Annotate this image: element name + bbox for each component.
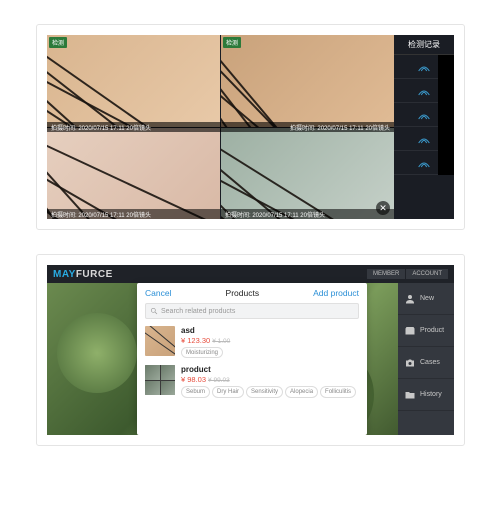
analysis-viewer: 检测 检测 拍摄时间: 2020/07/15 17:11 20倍镜头 拍摄时间:…: [47, 35, 454, 219]
brand-part-2: FURCE: [76, 269, 113, 280]
user-icon: [404, 293, 416, 305]
camera-icon: [404, 357, 416, 369]
sidebar-item-product[interactable]: Product: [398, 315, 454, 347]
box-icon: [404, 325, 416, 337]
record-sidebar-title: 检测记录: [394, 35, 454, 55]
sidebar-item-label: Product: [420, 327, 444, 334]
product-tags: Sebum Dry Hair Sensitivity Alopecia Foll…: [181, 386, 359, 397]
search-placeholder: Search related products: [161, 308, 235, 315]
microscope-view-3[interactable]: 拍摄时间: 2020/07/15 17:11 20倍镜头: [47, 128, 220, 220]
microscope-grid: 检测 检测 拍摄时间: 2020/07/15 17:11 20倍镜头 拍摄时间:…: [47, 35, 394, 219]
caption-bar-right: 拍摄时间: 2020/07/15 17:11 20倍镜头: [221, 209, 394, 219]
products-card: MAYFURCE MEMBER ACCOUNT New Product Case…: [36, 254, 465, 446]
tag[interactable]: Moisturizing: [181, 347, 223, 358]
nav-member[interactable]: MEMBER: [367, 269, 405, 279]
scalp-icon: [416, 59, 432, 75]
scalp-icon: [416, 107, 432, 123]
products-app: MAYFURCE MEMBER ACCOUNT New Product Case…: [47, 265, 454, 435]
product-thumb: [145, 326, 175, 356]
record-item-4[interactable]: [394, 127, 454, 151]
product-name: product: [181, 365, 359, 374]
tag[interactable]: Sebum: [181, 386, 210, 397]
cancel-button[interactable]: Cancel: [145, 288, 171, 298]
tag[interactable]: Folliculitis: [320, 386, 356, 397]
tag[interactable]: Sensitivity: [246, 386, 283, 397]
product-price: ¥ 123.30¥ 1.00: [181, 336, 359, 345]
mid-caption-bar: 拍摄时间: 2020/07/15 17:11 20倍镜头 拍摄时间: 2020/…: [47, 122, 394, 132]
mid-caption-right: 拍摄时间: 2020/07/15 17:11 20倍镜头: [290, 123, 390, 132]
record-item-2[interactable]: [394, 79, 454, 103]
sidebar-item-cases[interactable]: Cases: [398, 347, 454, 379]
nav-account[interactable]: ACCOUNT: [406, 269, 448, 279]
product-tags: Moisturizing: [181, 347, 359, 358]
record-sidebar: 检测记录: [394, 35, 454, 219]
tag[interactable]: Dry Hair: [212, 386, 244, 397]
record-item-5[interactable]: [394, 151, 454, 175]
products-modal: Cancel Products Add product Search relat…: [137, 283, 367, 435]
sidebar-item-label: History: [420, 391, 442, 398]
product-info: asd ¥ 123.30¥ 1.00 Moisturizing: [181, 326, 359, 358]
microscope-view-4[interactable]: 拍摄时间: 2020/07/15 17:11 20倍镜头 ✕: [221, 128, 394, 220]
modal-header: Cancel Products Add product: [137, 283, 367, 303]
microscope-view-2[interactable]: 检测: [221, 35, 394, 127]
sidebar-item-new[interactable]: New: [398, 283, 454, 315]
search-icon: [150, 307, 158, 315]
right-sidebar: New Product Cases History: [398, 283, 454, 435]
record-item-1[interactable]: [394, 55, 454, 79]
close-icon[interactable]: ✕: [376, 201, 390, 215]
tag[interactable]: Alopecia: [285, 386, 318, 397]
microscope-view-1[interactable]: 检测: [47, 35, 220, 127]
analysis-card: 检测 检测 拍摄时间: 2020/07/15 17:11 20倍镜头 拍摄时间:…: [36, 24, 465, 230]
scalp-icon: [416, 131, 432, 147]
brand-logo[interactable]: MAYFURCE: [53, 269, 113, 280]
product-thumb: [145, 365, 175, 395]
product-name: asd: [181, 326, 359, 335]
product-item-1[interactable]: asd ¥ 123.30¥ 1.00 Moisturizing: [137, 319, 367, 358]
sidebar-item-label: Cases: [420, 359, 440, 366]
mid-caption-left: 拍摄时间: 2020/07/15 17:11 20倍镜头: [51, 123, 151, 132]
caption-bar-left: 拍摄时间: 2020/07/15 17:11 20倍镜头: [47, 209, 220, 219]
scalp-icon: [416, 83, 432, 99]
sidebar-item-history[interactable]: History: [398, 379, 454, 411]
product-price: ¥ 98.03¥ 99.03: [181, 375, 359, 384]
search-input[interactable]: Search related products: [145, 303, 359, 319]
top-right-nav: MEMBER ACCOUNT: [367, 269, 448, 279]
folder-icon: [404, 389, 416, 401]
view-tag: 检测: [49, 37, 67, 48]
topbar: MAYFURCE MEMBER ACCOUNT: [47, 265, 454, 283]
product-item-2[interactable]: product ¥ 98.03¥ 99.03 Sebum Dry Hair Se…: [137, 358, 367, 397]
product-info: product ¥ 98.03¥ 99.03 Sebum Dry Hair Se…: [181, 365, 359, 397]
scalp-icon: [416, 155, 432, 171]
add-product-button[interactable]: Add product: [313, 288, 359, 298]
record-item-3[interactable]: [394, 103, 454, 127]
sidebar-item-label: New: [420, 295, 434, 302]
modal-title: Products: [226, 288, 260, 298]
view-tag: 检测: [223, 37, 241, 48]
brand-part-1: MAY: [53, 269, 76, 280]
